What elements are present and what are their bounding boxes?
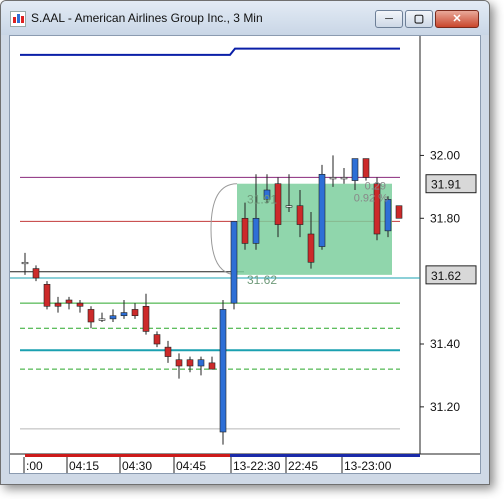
candle [186, 356, 194, 373]
candle-body [351, 158, 359, 181]
chart-area[interactable]: 31.91 31.62 0.29 0.92 % 32.00 31.80 31.40 31.2… [9, 35, 481, 474]
candle [219, 300, 227, 445]
candle-body [175, 359, 183, 367]
candle-body [142, 305, 150, 332]
time-tick-label: 13-23:00 [344, 459, 392, 473]
candle-body [230, 221, 238, 304]
close-button[interactable]: ✕ [435, 10, 479, 28]
maximize-button[interactable]: ▢ [405, 10, 433, 28]
price-tick-label: 31.80 [430, 211, 460, 225]
candle-body [241, 217, 249, 244]
candle [109, 309, 117, 322]
candle [164, 340, 172, 363]
candle-body [395, 205, 403, 219]
price-chart[interactable]: 31.91 31.62 0.290.92 % 32.00 31.80 31.40 31.2… [10, 36, 480, 473]
time-axis: :00 04:15 04:30 04:45 13-22:30 22:45 13-23:00 [23, 454, 420, 473]
session-bar-blue [230, 454, 420, 457]
candle-body [153, 334, 161, 345]
candle-body [318, 173, 326, 247]
candle-body [329, 177, 337, 180]
price-axis: 32.00 31.80 31.40 31.20 31.91 31.62 [420, 148, 477, 414]
candle [318, 164, 326, 250]
minimize-button[interactable]: ─ [375, 10, 403, 28]
candle [208, 356, 216, 370]
candle [131, 303, 139, 319]
candle-body [109, 315, 117, 320]
candle-body [87, 309, 95, 323]
price-flag-label: 31.62 [431, 269, 461, 283]
candle [175, 353, 183, 379]
time-tick-label: 04:15 [69, 459, 99, 473]
close-icon: ✕ [452, 13, 462, 25]
candle [153, 331, 161, 348]
window-title: S.AAL - American Airlines Group Inc., 3 … [31, 11, 263, 25]
candle [43, 281, 51, 310]
candle-body [164, 346, 172, 357]
candle [340, 168, 348, 184]
candle-body [285, 205, 293, 208]
chart-app-icon[interactable] [10, 11, 26, 27]
selection-delta-label: 0.29 [365, 181, 386, 193]
selection-bottom-label: 31.62 [247, 273, 277, 287]
price-tick-label: 31.20 [430, 400, 460, 414]
candle-body [307, 233, 315, 263]
candle-body [296, 205, 304, 225]
candle [197, 356, 205, 376]
candle-body [197, 359, 205, 367]
candle [395, 205, 403, 219]
candle-body [252, 217, 260, 244]
candle [98, 312, 106, 322]
price-flag-label: 31.91 [431, 178, 461, 192]
time-tick-label: 04:30 [122, 459, 152, 473]
candle-body [131, 309, 139, 317]
candle-body [21, 261, 29, 265]
price-tick-label: 31.40 [430, 337, 460, 351]
title-bar[interactable]: S.AAL - American Airlines Group Inc., 3 … [1, 1, 489, 35]
candle-body [219, 309, 227, 433]
candle [329, 155, 337, 187]
candle-body [32, 268, 40, 279]
selection-percent-label: 0.92 % [354, 193, 388, 205]
candle [32, 265, 40, 282]
candle [230, 221, 238, 310]
candle-body [43, 283, 51, 307]
blue-level-line [20, 47, 400, 56]
candle [142, 293, 150, 335]
candle [65, 296, 73, 310]
candle [76, 300, 84, 313]
candle-body [98, 318, 106, 321]
candle-body [208, 362, 216, 370]
candle-body [120, 312, 128, 317]
minimize-icon: ─ [385, 13, 393, 25]
selection-top-label: 31.91 [247, 193, 277, 207]
candle [54, 296, 62, 313]
time-tick-label: 04:45 [176, 459, 206, 473]
candle-body [186, 359, 194, 367]
maximize-icon: ▢ [413, 13, 425, 25]
candle-body [76, 302, 84, 307]
time-tick-label: 13-22:30 [233, 459, 281, 473]
candle-body [65, 299, 73, 304]
chart-window: S.AAL - American Airlines Group Inc., 3 … [0, 0, 490, 485]
session-bar-red [25, 454, 230, 457]
time-tick-label: :00 [26, 459, 43, 473]
time-tick-label: 22:45 [288, 459, 318, 473]
candle [87, 306, 95, 329]
candle [362, 158, 370, 181]
candle-body [362, 158, 370, 178]
candle-body [54, 302, 62, 307]
price-tick-label: 32.00 [430, 148, 460, 162]
candle-body [340, 177, 348, 180]
